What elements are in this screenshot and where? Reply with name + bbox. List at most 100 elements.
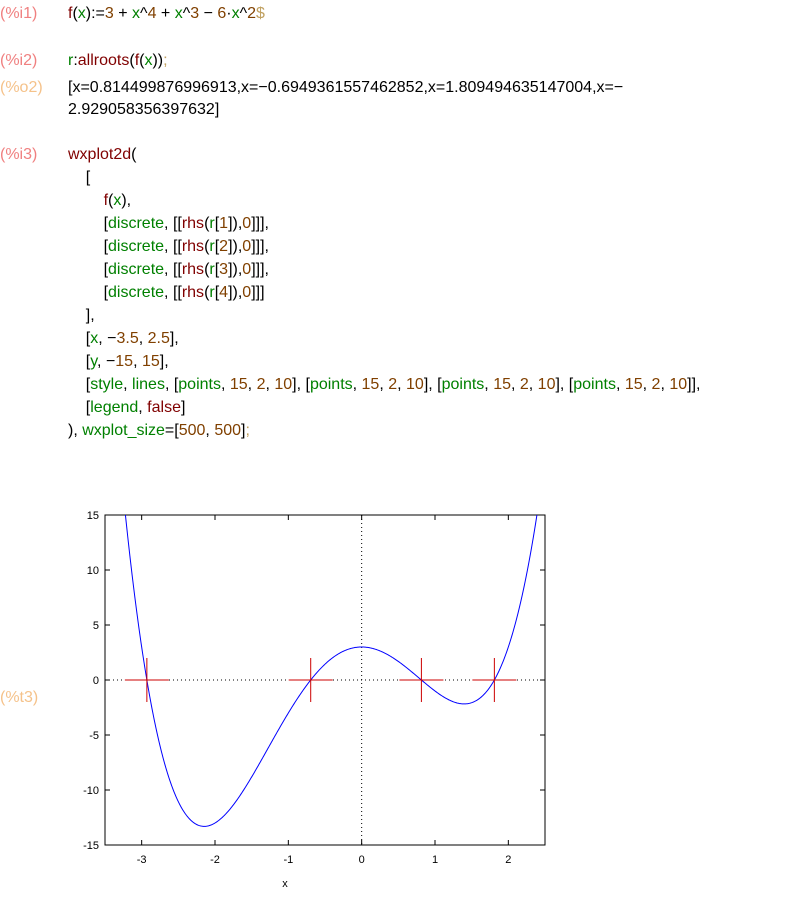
code-token: ]), <box>228 261 243 278</box>
code-line: ], <box>68 304 700 327</box>
code-token: , <box>615 376 625 393</box>
code-token: 15 <box>361 376 380 393</box>
code-token: , <box>123 376 133 393</box>
code-token: )) <box>152 52 164 69</box>
code-token: , <box>138 330 148 347</box>
y-tick-label: -5 <box>89 730 99 742</box>
x-tick-label: -3 <box>137 854 147 866</box>
code-token: ]]], <box>251 238 269 255</box>
code-token: ]], <box>687 376 701 393</box>
code-token: , <box>660 376 670 393</box>
code-token: 3 <box>104 5 114 22</box>
y-tick-label: 5 <box>93 620 99 632</box>
code-token: points <box>573 376 616 393</box>
code-token: , <box>133 353 142 370</box>
code-token: x <box>231 5 240 22</box>
y-tick-label: -15 <box>83 840 99 852</box>
x-tick-label: 0 <box>359 854 365 866</box>
code-token: rhs <box>181 284 205 301</box>
code-token: ]]], <box>251 261 269 278</box>
code-token: ; <box>163 52 168 69</box>
code-token: , <box>510 376 520 393</box>
code-token: ; <box>245 422 250 439</box>
code-token: , <box>205 422 215 439</box>
code-token: lines <box>132 376 165 393</box>
code-token: 10 <box>274 376 293 393</box>
code-token: 3 <box>190 5 200 22</box>
code-token: , <box>247 376 257 393</box>
code-line: ), wxplot_size=[500, 500]; <box>68 419 700 442</box>
input-cell-i2[interactable]: r:allroots(f(x)); <box>68 49 168 72</box>
code-token: ^ <box>239 5 248 22</box>
code-token: , [[ <box>164 238 182 255</box>
cell-label-i2: (%i2) <box>0 52 38 69</box>
function-curve <box>124 515 538 827</box>
input-cell-i3[interactable]: wxplot2d( [ f(x), [discrete, [[rhs(r[1])… <box>68 143 700 442</box>
code-line: [ <box>68 166 700 189</box>
code-token: [ <box>68 215 109 232</box>
code-token: , <box>484 376 494 393</box>
code-token: 500 <box>178 422 206 439</box>
code-token: wxplot_size <box>82 422 165 439</box>
code-token: x <box>77 5 86 22</box>
code-token: ] <box>180 399 186 416</box>
cell-label-o2: (%o2) <box>0 79 43 96</box>
x-tick-label: -2 <box>210 854 220 866</box>
code-token: ( <box>131 146 137 163</box>
code-token: allroots <box>77 52 130 69</box>
code-token: 2 <box>247 5 257 22</box>
code-line: [discrete, [[rhs(r[1]),0]]], <box>68 212 700 235</box>
code-token: , <box>397 376 407 393</box>
code-token: x <box>174 5 183 22</box>
code-token: [ <box>68 399 91 416</box>
code-token: ]), <box>228 238 243 255</box>
code-token: 15 <box>493 376 511 393</box>
code-token: ], [ <box>292 376 310 393</box>
code-token: 2 <box>388 376 398 393</box>
code-token: ]]] <box>251 284 265 301</box>
cell-label-i1: (%i1) <box>0 5 38 22</box>
code-token: , [[ <box>164 215 182 232</box>
code-line: [discrete, [[rhs(r[2]),0]]], <box>68 235 700 258</box>
code-token: ), <box>68 422 83 439</box>
y-tick-label: -10 <box>83 785 99 797</box>
code-token: ], <box>169 330 179 347</box>
code-token: rhs <box>181 238 205 255</box>
code-token: , [[ <box>164 284 182 301</box>
code-token: 3.5 <box>116 330 139 347</box>
code-token: ], [ <box>555 376 574 393</box>
code-line: [style, lines, [points, 15, 2, 10], [poi… <box>68 373 701 396</box>
cell-label-t3: (%t3) <box>0 689 39 706</box>
code-token: [ <box>68 353 91 370</box>
code-token: , [ <box>164 376 179 393</box>
x-tick-label: -1 <box>283 854 293 866</box>
code-token: x <box>132 5 141 22</box>
code-token: ], <box>159 353 169 370</box>
code-token: legend <box>90 399 139 416</box>
code-token: style <box>90 376 124 393</box>
code-line: [legend, false] <box>68 396 700 419</box>
code-token: 1 <box>219 215 229 232</box>
code-token: 0 <box>242 215 252 232</box>
code-token: ]), <box>228 284 243 301</box>
code-token: [ <box>68 261 109 278</box>
code-line: f(x), <box>68 189 700 212</box>
code-token: + <box>156 5 175 22</box>
code-token: rhs <box>181 215 205 232</box>
code-token: [ <box>68 284 109 301</box>
code-token: , [[ <box>164 261 182 278</box>
code-token: [ <box>68 169 91 186</box>
code-token: 15 <box>229 376 248 393</box>
code-token: 15 <box>624 376 643 393</box>
code-token: , <box>352 376 362 393</box>
y-tick-label: 10 <box>87 565 99 577</box>
code-token: discrete <box>108 284 165 301</box>
code-token: points <box>441 376 485 393</box>
code-token: false <box>147 399 181 416</box>
code-token: , − <box>98 330 117 347</box>
input-cell-i1[interactable]: f(x):=3 + x^4 + x^3 − 6·x^2$ <box>68 2 265 25</box>
cell-label-i3: (%i3) <box>0 146 38 163</box>
code-token: [ <box>68 376 91 393</box>
code-token: discrete <box>108 261 165 278</box>
